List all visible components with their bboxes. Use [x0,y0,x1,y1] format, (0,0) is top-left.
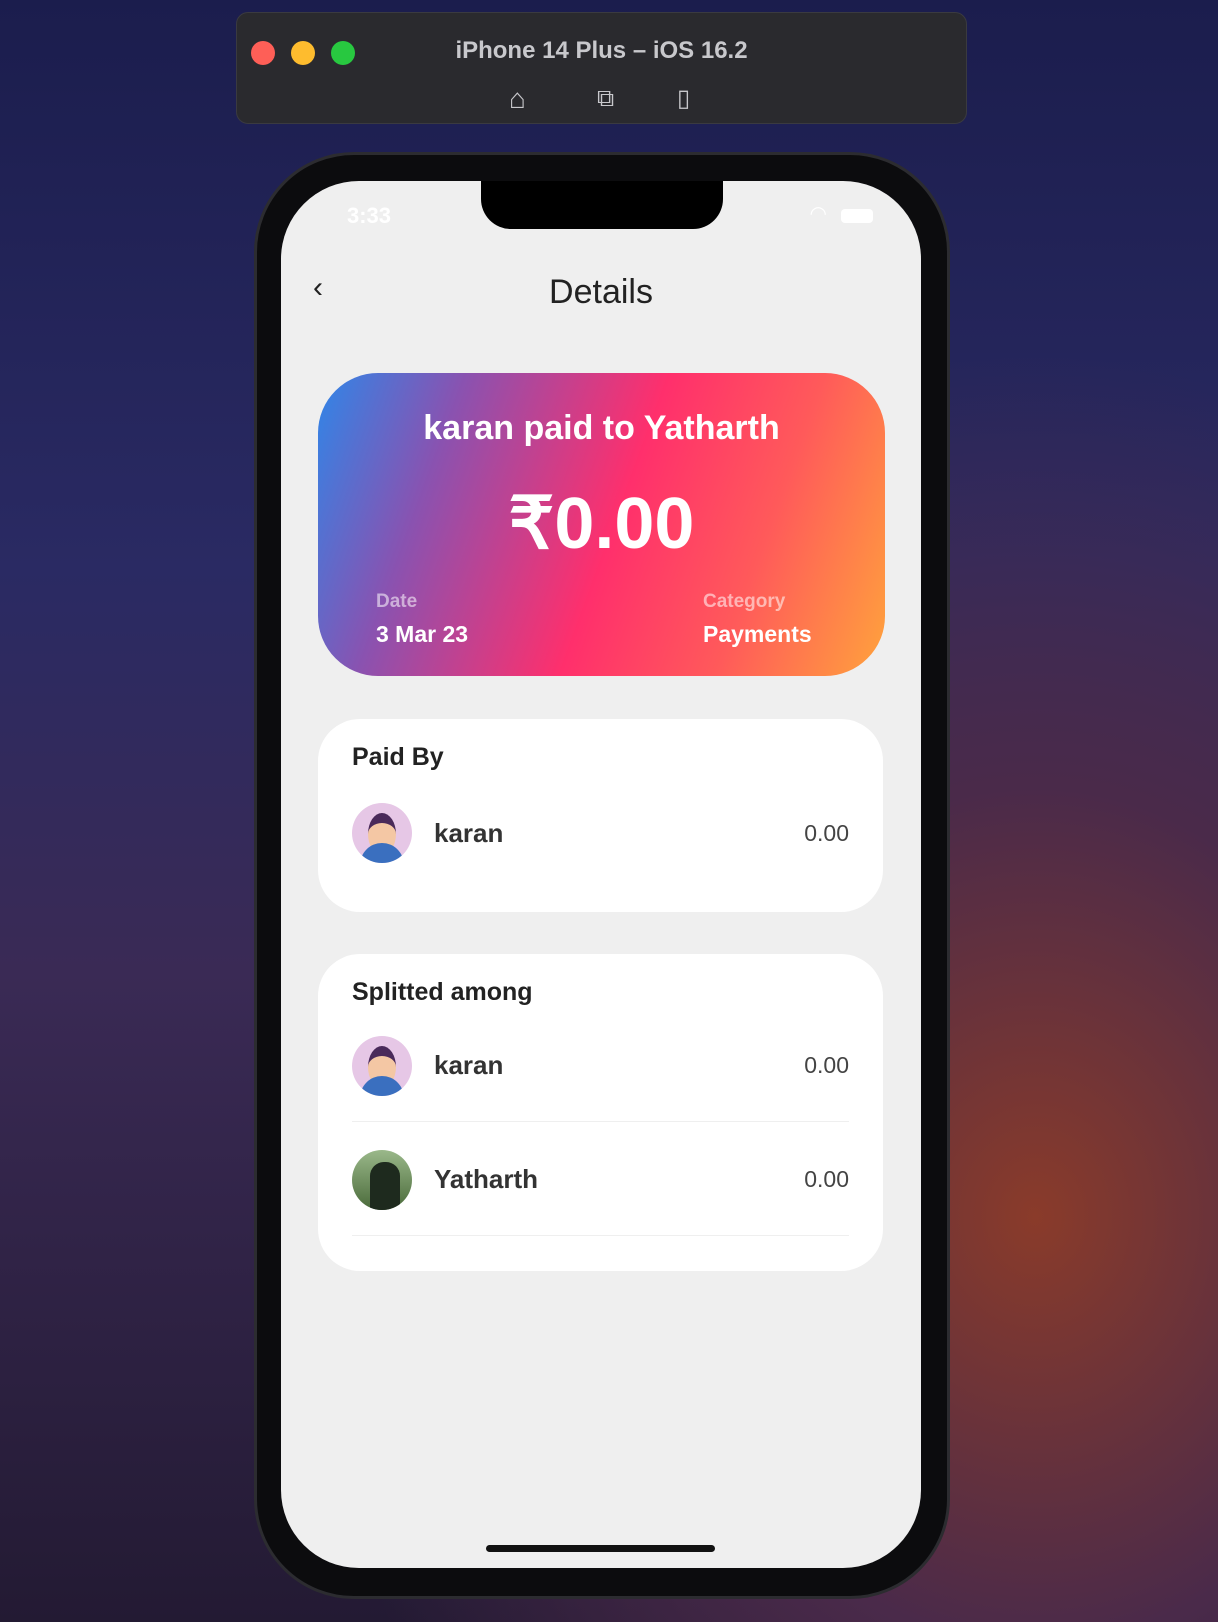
category-label: Category [703,591,786,612]
rotate-icon[interactable]: ▯ [677,85,690,113]
date-label: Date [376,591,418,612]
paid-by-card: Paid By karan 0.00 [318,719,883,912]
home-icon[interactable]: ⌂ [509,85,526,113]
list-item[interactable]: karan 0.00 [352,777,849,889]
window-title: iPhone 14 Plus – iOS 16.2 [455,37,748,64]
simulator-titlebar: iPhone 14 Plus – iOS 16.2 ⌂ ⧉ ▯ [236,12,967,124]
phone-screen: 3:33 ◠ ‹ Details karan paid to Yatharth … [281,181,921,1568]
notch [481,181,723,229]
list-item[interactable]: karan 0.00 [352,1010,849,1122]
status-time: 3:33 [347,203,392,228]
avatar [352,1149,412,1210]
summary-card: karan paid to Yatharth ₹0.00 Date 3 Mar … [318,373,885,676]
avatar [352,803,412,863]
split-title: Splitted among [352,978,533,1006]
avatar [352,1035,412,1096]
split-card: Splitted among karan 0.00 Yatharth 0.00 [318,954,883,1271]
member-amount: 0.00 [804,819,849,846]
summary-amount: ₹0.00 [508,484,695,564]
list-item[interactable]: Yatharth 0.00 [352,1124,849,1236]
battery-icon [841,209,873,223]
wifi-icon: ◠ [809,203,827,225]
member-amount: 0.00 [804,1052,849,1078]
member-name: karan [434,817,504,848]
category-value: Payments [703,621,812,647]
member-name: karan [434,1050,504,1080]
home-indicator[interactable] [486,1545,715,1552]
date-value: 3 Mar 23 [376,621,469,647]
summary-heading: karan paid to Yatharth [423,409,780,447]
screenshot-icon[interactable]: ⧉ [597,85,614,113]
page-title: Details [549,273,653,311]
paid-by-title: Paid By [352,743,444,771]
member-name: Yatharth [434,1164,539,1194]
member-amount: 0.00 [804,1166,849,1192]
